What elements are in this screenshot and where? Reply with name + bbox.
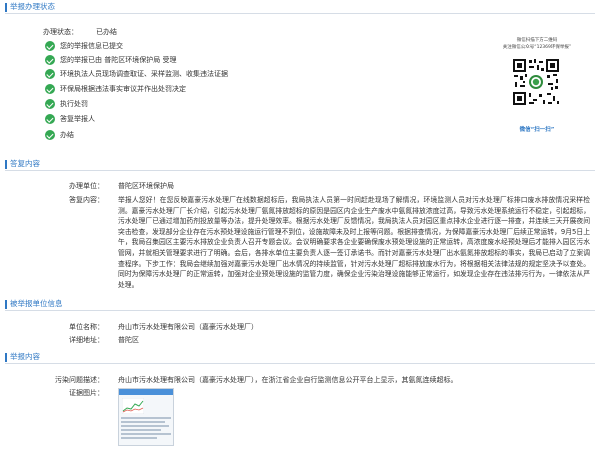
check-circle-icon	[45, 41, 55, 51]
section-header-reported-unit: 被举报单位信息	[5, 298, 595, 311]
description-label: 污染问题描述：	[55, 376, 104, 384]
address-value: 普陀区	[118, 336, 139, 344]
thumbnail-row	[121, 433, 171, 435]
check-circle-icon	[45, 114, 55, 124]
thumbnail-row	[121, 437, 157, 439]
qr-caption-account: 关注微信公众号“12369环保举报”	[502, 45, 572, 50]
section-title: 答复内容	[10, 159, 40, 168]
section-accent-bar	[5, 160, 7, 169]
reply-content-label: 答复内容：	[69, 196, 104, 204]
status-label: 办理状态：	[43, 28, 78, 36]
section-header-progress: 举报办理状态	[5, 1, 595, 14]
qr-panel: 微信扫描下方二维码 关注微信公众号“12369环保举报” 微信“扫一扫”	[492, 38, 582, 136]
evidence-label: 证据图片：	[69, 389, 104, 397]
description-value: 舟山市污水处理有限公司（嘉豪污水处理厂），在浙江省企业自行监测信息公开平台上显示…	[118, 376, 458, 384]
section-accent-bar	[5, 3, 7, 12]
check-circle-icon	[45, 99, 55, 109]
section-title: 被举报单位信息	[10, 299, 63, 308]
unit-name-label: 单位名称：	[69, 323, 104, 331]
check-circle-icon	[45, 69, 55, 79]
thumbnail-row	[121, 421, 165, 423]
unit-label: 办理单位：	[69, 182, 104, 190]
step-text: 办结	[60, 131, 74, 139]
section-title: 举报内容	[10, 352, 40, 361]
step-text: 执行处罚	[60, 100, 88, 108]
section-title: 举报办理状态	[10, 2, 55, 11]
step-text: 环保局根据违法事实审议并作出处罚决定	[60, 85, 186, 93]
unit-name-value: 舟山市污水处理有限公司（嘉豪污水处理厂）	[118, 323, 258, 331]
scan-label: 微信“扫一扫”	[519, 127, 555, 133]
thumbnail-row	[121, 429, 161, 431]
qr-caption: 微信扫描下方二维码	[516, 38, 558, 43]
section-header-report: 举报内容	[5, 351, 595, 364]
section-header-reply: 答复内容	[5, 158, 595, 171]
step-text: 答复举报人	[60, 115, 95, 123]
check-circle-icon	[45, 55, 55, 65]
step-text: 您的举报信息已提交	[60, 42, 123, 50]
thumbnail-row	[121, 417, 171, 419]
status-value: 已办结	[96, 28, 117, 36]
check-circle-icon	[45, 130, 55, 140]
address-label: 详细地址：	[69, 336, 104, 344]
evidence-image-thumbnail[interactable]	[118, 388, 174, 446]
thumbnail-row	[121, 425, 169, 427]
thumbnail-header	[119, 389, 173, 395]
step-text: 您的举报已由 普陀区环境保护局 受理	[60, 56, 177, 64]
section-accent-bar	[5, 353, 7, 362]
reply-content-text: 举报人您好！在您反映嘉豪污水处理厂在线数据超标后，我局执法人员第一时间赶赴现场了…	[118, 196, 590, 289]
thumbnail-chart-icon	[122, 398, 144, 414]
qr-code-icon	[512, 58, 560, 106]
unit-value: 普陀区环境保护局	[118, 182, 174, 190]
section-accent-bar	[5, 300, 7, 309]
step-text: 环境执法人员现场调查取证、采样监测、收集违法证据	[60, 70, 228, 78]
check-circle-icon	[45, 84, 55, 94]
